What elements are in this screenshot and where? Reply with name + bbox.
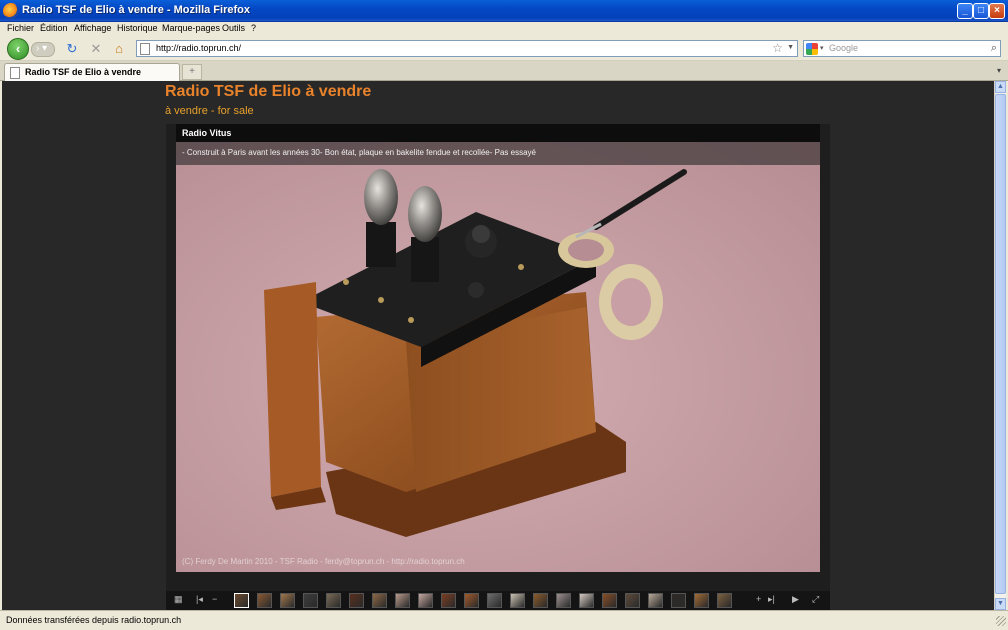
reload-icon[interactable]: ↻ xyxy=(64,41,80,57)
main-photo[interactable]: - Construit à Paris avant les années 30-… xyxy=(176,142,820,572)
close-button[interactable]: × xyxy=(989,3,1005,19)
url-bar[interactable]: http://radio.toprun.ch/ ☆ ▼ xyxy=(136,40,798,57)
fullscreen-icon[interactable]: ⤢ xyxy=(812,594,819,605)
filmstrip-thumbnail[interactable] xyxy=(717,593,732,608)
bookmark-star-icon[interactable]: ☆ xyxy=(772,41,783,55)
menu-historique[interactable]: Historique xyxy=(117,23,158,33)
filmstrip-thumbnail[interactable] xyxy=(418,593,433,608)
page-subtitle: à vendre - for sale xyxy=(165,105,254,117)
stop-icon[interactable]: ✕ xyxy=(88,41,104,57)
filmstrip-thumbnail[interactable] xyxy=(280,593,295,608)
page-icon xyxy=(140,43,150,55)
scroll-down-icon[interactable]: ▼ xyxy=(995,598,1006,610)
new-tab-button[interactable]: + xyxy=(182,64,202,80)
search-icon[interactable]: ⌕ xyxy=(991,42,997,55)
forward-button[interactable]: › ▾ xyxy=(31,42,55,57)
menu-bar: Fichier Édition Affichage Historique Mar… xyxy=(0,22,1008,36)
filmstrip-thumbnail[interactable] xyxy=(625,593,640,608)
menu-fichier[interactable]: Fichier xyxy=(7,23,34,33)
page-title: Radio TSF de Elio à vendre xyxy=(165,83,372,100)
tab-page-icon xyxy=(10,67,20,79)
filmstrip-thumbnail[interactable] xyxy=(671,593,686,608)
grid-view-icon[interactable]: ▦ xyxy=(174,594,183,605)
search-placeholder: Google xyxy=(829,43,859,53)
filmstrip-thumbnail[interactable] xyxy=(303,593,318,608)
tab-list-icon[interactable]: ▾ xyxy=(992,64,1006,79)
filmstrip-thumbnail[interactable] xyxy=(533,593,548,608)
status-text: Données transférées depuis radio.toprun.… xyxy=(6,615,182,625)
menu-edition[interactable]: Édition xyxy=(40,23,68,33)
scroll-up-icon[interactable]: ▲ xyxy=(995,81,1006,93)
window-title-bar[interactable]: Radio TSF de Elio à vendre - Mozilla Fir… xyxy=(0,0,1008,22)
filmstrip-thumbnail[interactable] xyxy=(372,593,387,608)
vertical-scrollbar[interactable]: ▲ ▼ xyxy=(994,81,1006,610)
status-bar: Données transférées depuis radio.toprun.… xyxy=(0,610,1008,630)
firefox-logo-icon xyxy=(3,3,19,19)
photo-title: Radio Vitus xyxy=(182,128,232,138)
filmstrip-thumbnail[interactable] xyxy=(510,593,525,608)
menu-marque-pages[interactable]: Marque-pages xyxy=(162,23,220,33)
photo-gallery: Radio Vitus - Construit à Paris avant le… xyxy=(166,124,830,610)
search-engine-dropdown-icon[interactable]: ▾ xyxy=(820,44,824,52)
filmstrip-thumbnail[interactable] xyxy=(326,593,341,608)
photo-watermark: (C) Ferdy De Martin 2010 - TSF Radio - f… xyxy=(182,557,465,566)
scroll-thumb[interactable] xyxy=(995,94,1006,594)
google-engine-icon[interactable] xyxy=(806,43,818,55)
window-title: Radio TSF de Elio à vendre - Mozilla Fir… xyxy=(22,4,250,16)
previous-page-icon[interactable]: − xyxy=(212,594,217,604)
minimize-button[interactable]: _ xyxy=(957,3,973,19)
menu-outils[interactable]: Outils xyxy=(222,23,245,33)
filmstrip-thumbnail[interactable] xyxy=(395,593,410,608)
filmstrip-thumbnail[interactable] xyxy=(234,593,249,608)
play-slideshow-icon[interactable]: ▶ xyxy=(792,594,799,605)
filmstrip-thumbnail[interactable] xyxy=(556,593,571,608)
filmstrip-thumbnail[interactable] xyxy=(464,593,479,608)
back-button[interactable]: ‹ xyxy=(7,38,29,60)
filmstrip-thumbnail[interactable] xyxy=(694,593,709,608)
menu-affichage[interactable]: Affichage xyxy=(74,23,111,33)
tab-title: Radio TSF de Elio à vendre xyxy=(25,67,142,77)
filmstrip-thumbnail[interactable] xyxy=(579,593,594,608)
filmstrip-thumbnail[interactable] xyxy=(257,593,272,608)
filmstrip-thumbnail[interactable] xyxy=(487,593,502,608)
filmstrip-thumbnail[interactable] xyxy=(648,593,663,608)
search-bar[interactable]: ▾ Google ⌕ xyxy=(803,40,1001,57)
photo-description-bar: - Construit à Paris avant les années 30-… xyxy=(176,142,820,165)
resize-grip-icon[interactable] xyxy=(996,616,1006,626)
tab-bar: Radio TSF de Elio à vendre + ▾ xyxy=(0,61,1008,81)
url-text: http://radio.toprun.ch/ xyxy=(156,43,242,53)
filmstrip-thumbnail[interactable] xyxy=(602,593,617,608)
next-page-icon[interactable]: + xyxy=(756,594,761,604)
radio-photo-image xyxy=(176,142,820,572)
photo-description: - Construit à Paris avant les années 30-… xyxy=(182,148,536,157)
first-page-icon[interactable]: |◂ xyxy=(196,594,203,605)
navigation-toolbar: ‹ › ▾ ↻ ✕ ⌂ http://radio.toprun.ch/ ☆ ▼ … xyxy=(0,36,1008,61)
url-dropdown-icon[interactable]: ▼ xyxy=(787,44,794,51)
photo-title-bar: Radio Vitus xyxy=(176,124,820,142)
filmstrip-bar: ▦ |◂ − + ▸| ▶ ⤢ xyxy=(166,591,830,610)
tab-radio-tsf[interactable]: Radio TSF de Elio à vendre xyxy=(4,63,180,81)
last-page-icon[interactable]: ▸| xyxy=(768,594,775,605)
filmstrip-thumbnail[interactable] xyxy=(441,593,456,608)
filmstrip-thumbnail[interactable] xyxy=(349,593,364,608)
page-content: Radio TSF de Elio à vendre à vendre - fo… xyxy=(2,81,994,610)
maximize-button[interactable]: □ xyxy=(973,3,989,19)
home-icon[interactable]: ⌂ xyxy=(111,41,127,57)
menu-help[interactable]: ? xyxy=(251,23,256,33)
